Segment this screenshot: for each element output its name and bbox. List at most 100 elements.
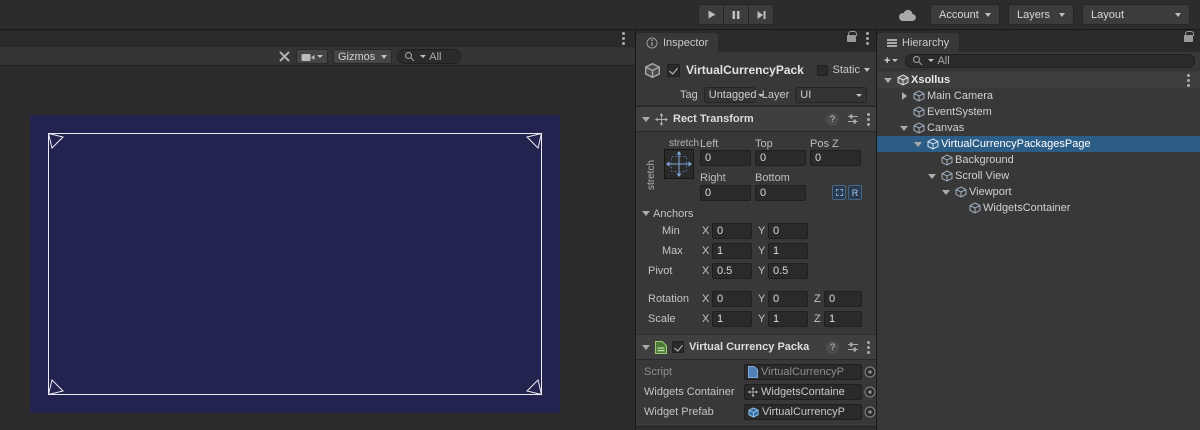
tools-icon[interactable] (278, 50, 291, 63)
help-icon[interactable]: ? (826, 341, 839, 354)
kebab-menu-icon[interactable] (866, 37, 869, 40)
foldout-arrow-icon[interactable] (642, 345, 650, 350)
layers-dropdown[interactable]: Layers (1008, 4, 1074, 25)
widgets-container-value: WidgetsContaine (761, 386, 845, 398)
min-x-field[interactable]: 0 (712, 223, 752, 239)
blueprint-mode-button[interactable] (832, 185, 846, 200)
min-y-field[interactable]: 0 (768, 223, 808, 239)
script-component-header[interactable]: Virtual Currency Packa ? (636, 334, 876, 360)
hierarchy-row[interactable]: EventSystem (877, 104, 1200, 120)
scene-camera-dropdown[interactable] (296, 49, 328, 64)
chevron-down-icon (892, 59, 898, 62)
rotation-y-field[interactable]: 0 (768, 291, 808, 307)
scale-y-field[interactable]: 1 (768, 311, 808, 327)
layout-dropdown[interactable]: Layout (1082, 4, 1190, 25)
add-object-button[interactable]: + (882, 55, 900, 67)
foldout-arrow-icon[interactable] (928, 174, 936, 179)
prefab-cube-icon (748, 407, 759, 418)
kebab-menu-icon[interactable] (622, 37, 625, 40)
active-checkbox[interactable] (667, 64, 680, 77)
hierarchy-row[interactable]: Background (877, 152, 1200, 168)
max-y-axis-label: Y (758, 245, 765, 257)
chevron-down-icon (856, 94, 862, 97)
rotation-x-field[interactable]: 0 (712, 291, 752, 307)
right-field[interactable]: 0 (700, 185, 751, 201)
play-button[interactable] (698, 4, 724, 25)
lock-icon[interactable] (1184, 35, 1193, 42)
presets-icon[interactable] (847, 114, 859, 124)
raw-edit-mode-button[interactable]: R (848, 185, 862, 200)
presets-icon[interactable] (847, 342, 859, 352)
gameobject-cube-icon[interactable] (644, 62, 661, 79)
pivot-x-field[interactable]: 0.5 (712, 263, 752, 279)
hierarchy-row[interactable]: WidgetsContainer (877, 200, 1200, 216)
inspector-tabstrip: Inspector (636, 30, 876, 52)
left-field[interactable]: 0 (700, 150, 751, 166)
anchors-foldout-arrow[interactable] (642, 211, 650, 216)
foldout-arrow-icon[interactable] (900, 126, 908, 131)
chevron-down-icon (317, 55, 323, 58)
kebab-menu-icon[interactable] (867, 118, 870, 121)
gizmos-dropdown[interactable]: Gizmos (333, 49, 392, 64)
account-dropdown[interactable]: Account (930, 4, 1000, 25)
lock-icon[interactable] (847, 35, 856, 42)
info-icon (646, 37, 658, 49)
hierarchy-row[interactable]: Canvas (877, 120, 1200, 136)
static-checkbox[interactable] (817, 65, 828, 76)
object-picker-icon[interactable] (864, 366, 876, 381)
pause-icon (731, 10, 741, 20)
search-icon (404, 51, 415, 62)
cloud-services-button[interactable] (892, 6, 922, 24)
foldout-arrow-icon[interactable] (942, 190, 950, 195)
top-field[interactable]: 0 (755, 150, 806, 166)
gizmos-label: Gizmos (338, 51, 375, 63)
pivot-y-field[interactable]: 0.5 (768, 263, 808, 279)
tab-hierarchy[interactable]: Hierarchy (877, 33, 959, 52)
gameobject-name[interactable]: VirtualCurrencyPack (686, 63, 811, 77)
top-column-label: Top (755, 138, 773, 150)
hierarchy-search-input[interactable]: All (905, 54, 1195, 68)
step-button[interactable] (748, 4, 774, 25)
gameobject-cube-icon (941, 154, 953, 166)
tag-label: Tag (680, 89, 698, 101)
anchors-label: Anchors (653, 208, 693, 220)
hierarchy-row[interactable]: Viewport (877, 184, 1200, 200)
bottom-field[interactable]: 0 (755, 185, 806, 201)
hierarchy-search-value: All (937, 55, 949, 67)
static-dropdown[interactable]: Static (817, 64, 870, 76)
foldout-arrow-icon[interactable] (642, 117, 650, 122)
hierarchy-row[interactable]: Scroll View (877, 168, 1200, 184)
posz-field[interactable]: 0 (810, 150, 861, 166)
stretch-label-horizontal: stretch (669, 138, 699, 149)
scene-canvas-object[interactable] (30, 115, 560, 413)
anchor-preset-widget[interactable] (664, 149, 694, 179)
foldout-arrow-icon[interactable] (914, 142, 922, 147)
script-object-field[interactable]: VirtualCurrencyP (744, 364, 862, 380)
scene-search-input[interactable]: All (397, 49, 461, 64)
object-picker-icon[interactable] (864, 386, 876, 401)
right-column-label: Right (700, 172, 726, 184)
hierarchy-row[interactable]: Main Camera (877, 88, 1200, 104)
widget-prefab-field[interactable]: VirtualCurrencyP (744, 404, 862, 420)
rect-transform-header[interactable]: Rect Transform ? (636, 106, 876, 132)
widgets-container-field[interactable]: WidgetsContaine (744, 384, 862, 400)
scale-z-field[interactable]: 1 (824, 311, 862, 327)
hierarchy-row-scene[interactable]: Xsollus (877, 72, 1200, 88)
max-x-field[interactable]: 1 (712, 243, 752, 259)
tag-dropdown[interactable]: Untagged (704, 87, 756, 103)
pause-button[interactable] (723, 4, 749, 25)
object-picker-icon[interactable] (864, 406, 876, 421)
hierarchy-row-selected[interactable]: VirtualCurrencyPackagesPage (877, 136, 1200, 152)
foldout-arrow-icon[interactable] (902, 92, 907, 100)
max-y-field[interactable]: 1 (768, 243, 808, 259)
kebab-menu-icon[interactable] (867, 346, 870, 349)
scale-x-field[interactable]: 1 (712, 311, 752, 327)
tab-inspector[interactable]: Inspector (636, 33, 718, 52)
layer-dropdown[interactable]: UI (795, 87, 867, 103)
help-icon[interactable]: ? (826, 113, 839, 126)
component-enabled-checkbox[interactable] (672, 341, 684, 353)
kebab-menu-icon[interactable] (1187, 79, 1190, 82)
foldout-arrow-icon[interactable] (884, 78, 892, 83)
scene-viewport[interactable] (0, 66, 635, 430)
rotation-z-field[interactable]: 0 (824, 291, 862, 307)
